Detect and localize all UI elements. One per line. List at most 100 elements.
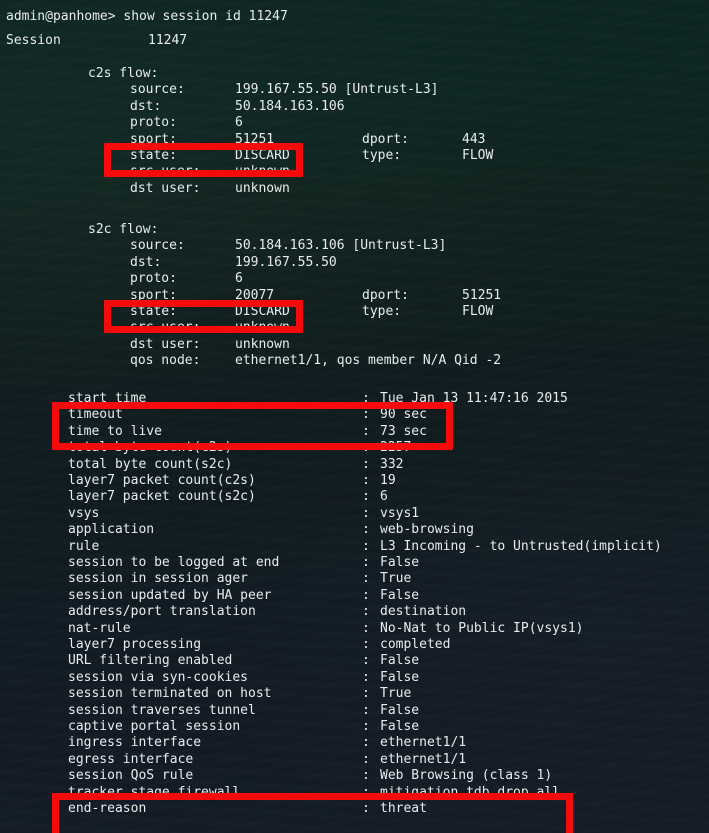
property-value: False xyxy=(380,653,420,669)
s2c-flow-row: proto: 6 xyxy=(0,271,709,287)
property-label: captive portal session xyxy=(68,719,241,734)
property-row: vsys: vsys1 xyxy=(0,506,709,522)
property-value: completed xyxy=(380,637,451,652)
session-id-value: 11247 xyxy=(148,33,188,48)
s2c-flow-value: 199.167.55.50 xyxy=(235,254,337,270)
s2c-flow-header: s2c flow: xyxy=(0,222,709,238)
c2s-flow-label: source: xyxy=(130,82,185,98)
property-row: rule: L3 Incoming - to Untrusted(implicit… xyxy=(0,539,709,555)
s2c-flow-label-right: type: xyxy=(362,304,402,319)
s2c-flow-label: qos node: xyxy=(130,353,201,369)
property-label: total byte count(s2c) xyxy=(68,456,233,472)
property-colon: : xyxy=(362,604,370,620)
property-colon: : xyxy=(362,571,370,587)
property-value: 332 xyxy=(380,456,404,472)
property-label: nat-rule xyxy=(68,620,131,636)
property-label: egress interface xyxy=(68,751,194,767)
property-label: ingress interface xyxy=(68,735,202,751)
property-label: session in session ager xyxy=(68,571,249,587)
property-label: application xyxy=(68,522,155,538)
session-header-line: Session 11247 xyxy=(0,33,709,49)
property-label: layer7 processing xyxy=(68,637,202,652)
s2c-flow-row: qos node: ethernet1/1, qos member N/A Qid… xyxy=(0,353,709,369)
property-row: total byte count(s2c):332 xyxy=(0,457,709,473)
s2c-flow-label: proto: xyxy=(130,271,177,287)
session-label: Session xyxy=(6,33,61,48)
property-row: session QoS rule: Web Browsing (class 1) xyxy=(0,768,709,784)
c2s-flow-label: dst: xyxy=(130,98,162,114)
property-label: session to be logged at end xyxy=(68,555,280,570)
s2c-flow-header-label: s2c flow: xyxy=(88,222,159,237)
c2s-flow-row: dst user: unknown xyxy=(0,181,709,197)
c2s-flow-row: proto: 6 xyxy=(0,115,709,131)
s2c-flow-value-right: 51251 xyxy=(462,287,502,303)
property-value: False xyxy=(380,555,420,570)
s2c-flow-value: 50.184.163.106 [Untrust-L3] xyxy=(235,238,447,254)
c2s-flow-value: 199.167.55.50 [Untrust-L3] xyxy=(235,82,439,98)
property-colon: : xyxy=(362,587,370,603)
property-value: 19 xyxy=(380,473,396,488)
c2s-flow-value: 6 xyxy=(235,115,243,131)
property-value: No-Nat to Public IP(vsys1) xyxy=(380,620,584,636)
c2s-flow-header: c2s flow: xyxy=(0,66,709,82)
shell-prompt: admin@panhome> show session id 11247 xyxy=(6,9,288,24)
property-row: session to be logged at end: False xyxy=(0,555,709,571)
property-row: session updated by HA peer: False xyxy=(0,588,709,604)
property-value: False xyxy=(380,702,420,718)
property-value: True xyxy=(380,571,412,587)
property-colon: : xyxy=(362,653,370,669)
highlight-c2s-state xyxy=(104,143,303,177)
property-row: session via syn-cookies: False xyxy=(0,670,709,686)
property-row: layer7 packet count(c2s):19 xyxy=(0,473,709,489)
highlight-end-reason xyxy=(52,793,573,833)
c2s-flow-value: unknown xyxy=(235,180,290,196)
s2c-flow-row: dst user: unknown xyxy=(0,337,709,353)
property-label: rule xyxy=(68,538,100,554)
terminal-screen: admin@panhome> show session id 11247 Ses… xyxy=(0,0,709,833)
property-value: False xyxy=(380,719,420,734)
s2c-flow-label: source: xyxy=(130,238,185,254)
highlight-s2c-state xyxy=(104,300,303,333)
property-label: session updated by HA peer xyxy=(68,587,272,603)
property-colon: : xyxy=(362,768,370,784)
property-row: URL filtering enabled: False xyxy=(0,653,709,669)
property-colon: : xyxy=(362,555,370,570)
property-row: nat-rule: No-Nat to Public IP(vsys1) xyxy=(0,621,709,637)
property-value: L3 Incoming - to Untrusted(implicit) xyxy=(380,538,662,554)
c2s-flow-label: proto: xyxy=(130,115,177,131)
s2c-flow-row: source: 50.184.163.106 [Untrust-L3] xyxy=(0,238,709,254)
property-value: False xyxy=(380,669,420,685)
property-colon: : xyxy=(362,473,370,488)
property-row: address/port translation: destination xyxy=(0,604,709,620)
s2c-flow-row: dst: 199.167.55.50 xyxy=(0,255,709,271)
property-label: URL filtering enabled xyxy=(68,653,233,669)
property-row: session in session ager: True xyxy=(0,571,709,587)
property-row: application: web-browsing xyxy=(0,522,709,538)
s2c-flow-value-right: FLOW xyxy=(462,304,494,319)
property-value: True xyxy=(380,686,412,702)
c2s-flow-value-right: FLOW xyxy=(462,148,494,163)
property-value: vsys1 xyxy=(380,505,420,521)
s2c-flow-value: unknown xyxy=(235,336,290,352)
property-row: session terminated on host: True xyxy=(0,686,709,702)
property-label: address/port translation xyxy=(68,604,256,620)
property-value: ethernet1/1 xyxy=(380,735,467,751)
property-label: session QoS rule xyxy=(68,768,194,784)
property-label: session traverses tunnel xyxy=(68,702,256,718)
property-row: layer7 processing: completed xyxy=(0,637,709,653)
property-row: ingress interface: ethernet1/1 xyxy=(0,735,709,751)
c2s-flow-value-right: 443 xyxy=(462,131,486,147)
c2s-flow-label: dst user: xyxy=(130,180,201,196)
property-colon: : xyxy=(362,456,370,472)
property-colon: : xyxy=(362,702,370,718)
property-value: destination xyxy=(380,604,467,620)
property-colon: : xyxy=(362,669,370,685)
property-colon: : xyxy=(362,489,370,505)
property-colon: : xyxy=(362,522,370,538)
property-colon: : xyxy=(362,620,370,636)
c2s-flow-row: source: 199.167.55.50 [Untrust-L3] xyxy=(0,82,709,98)
property-colon: : xyxy=(362,637,370,652)
prompt-line: admin@panhome> show session id 11247 xyxy=(0,9,709,25)
property-colon: : xyxy=(362,538,370,554)
property-colon: : xyxy=(362,505,370,521)
